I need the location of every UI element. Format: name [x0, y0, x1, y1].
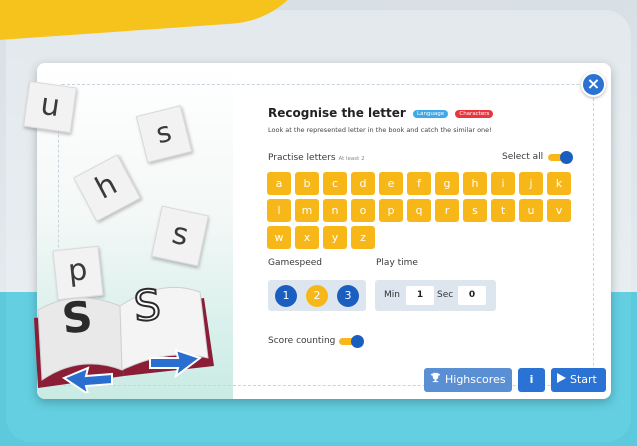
- start-button[interactable]: Start: [551, 368, 606, 392]
- highscores-label: Highscores: [445, 373, 506, 386]
- practise-hint: At least 2: [338, 156, 365, 162]
- trophy-icon: [430, 368, 441, 392]
- info-button[interactable]: i: [518, 368, 545, 392]
- letter-button-q[interactable]: q: [407, 199, 431, 222]
- min-label: Min: [384, 290, 400, 300]
- play-icon: [557, 368, 566, 392]
- badge-characters: Characters: [455, 109, 494, 118]
- letter-button-w[interactable]: w: [267, 226, 291, 249]
- letter-button-u[interactable]: u: [519, 199, 543, 222]
- score-counting-toggle[interactable]: [339, 335, 364, 348]
- practise-label-text: Practise letters: [268, 153, 336, 163]
- score-counting-label: Score counting: [268, 336, 336, 346]
- letter-button-o[interactable]: o: [351, 199, 375, 222]
- letter-button-e[interactable]: e: [379, 172, 403, 195]
- start-label: Start: [570, 373, 597, 386]
- open-book-icon: [34, 286, 214, 393]
- select-all-label: Select all: [502, 152, 544, 162]
- game-title-row: Recognise the letter Language Characters: [268, 106, 494, 120]
- letter-button-r[interactable]: r: [435, 199, 459, 222]
- letter-button-k[interactable]: k: [547, 172, 571, 195]
- letter-button-c[interactable]: c: [323, 172, 347, 195]
- letter-button-n[interactable]: n: [323, 199, 347, 222]
- practise-letters-label: Practise letters At least 2: [268, 153, 365, 163]
- gamespeed-label: Gamespeed: [268, 258, 322, 268]
- letter-button-g[interactable]: g: [435, 172, 459, 195]
- gamespeed-3-button[interactable]: 3: [337, 285, 359, 307]
- letter-button-t[interactable]: t: [491, 199, 515, 222]
- letter-card-u: u: [23, 80, 77, 134]
- gamespeed-1-button[interactable]: 1: [275, 285, 297, 307]
- highscores-button[interactable]: Highscores: [424, 368, 512, 392]
- letter-button-a[interactable]: a: [267, 172, 291, 195]
- letter-button-f[interactable]: f: [407, 172, 431, 195]
- toggle-knob: [560, 151, 573, 164]
- letter-button-x[interactable]: x: [295, 226, 319, 249]
- book-letter-left: S: [59, 291, 95, 344]
- letter-button-i[interactable]: i: [491, 172, 515, 195]
- close-button[interactable]: ×: [581, 72, 606, 97]
- min-input[interactable]: 1: [406, 286, 434, 305]
- playtime-label: Play time: [376, 258, 418, 268]
- toggle-knob: [351, 335, 364, 348]
- game-subtitle: Look at the represented letter in the bo…: [268, 126, 492, 134]
- badge-language: Language: [413, 109, 449, 118]
- letter-button-s[interactable]: s: [463, 199, 487, 222]
- letter-button-j[interactable]: j: [519, 172, 543, 195]
- sec-label: Sec: [437, 290, 454, 300]
- letter-button-y[interactable]: y: [323, 226, 347, 249]
- letter-button-z[interactable]: z: [351, 226, 375, 249]
- letter-button-l[interactable]: l: [267, 199, 291, 222]
- letter-button-h[interactable]: h: [463, 172, 487, 195]
- letter-grid: a b c d e f g h i j k l m n o p q r s t …: [267, 172, 573, 249]
- letter-button-m[interactable]: m: [295, 199, 319, 222]
- letter-button-d[interactable]: d: [351, 172, 375, 195]
- letter-button-p[interactable]: p: [379, 199, 403, 222]
- book-letter-right: S: [131, 279, 163, 332]
- letter-button-v[interactable]: v: [547, 199, 571, 222]
- letter-button-b[interactable]: b: [295, 172, 319, 195]
- select-all-toggle[interactable]: [548, 151, 573, 164]
- gamespeed-2-button[interactable]: 2: [306, 285, 328, 307]
- sec-input[interactable]: 0: [458, 286, 486, 305]
- game-title: Recognise the letter: [268, 106, 406, 120]
